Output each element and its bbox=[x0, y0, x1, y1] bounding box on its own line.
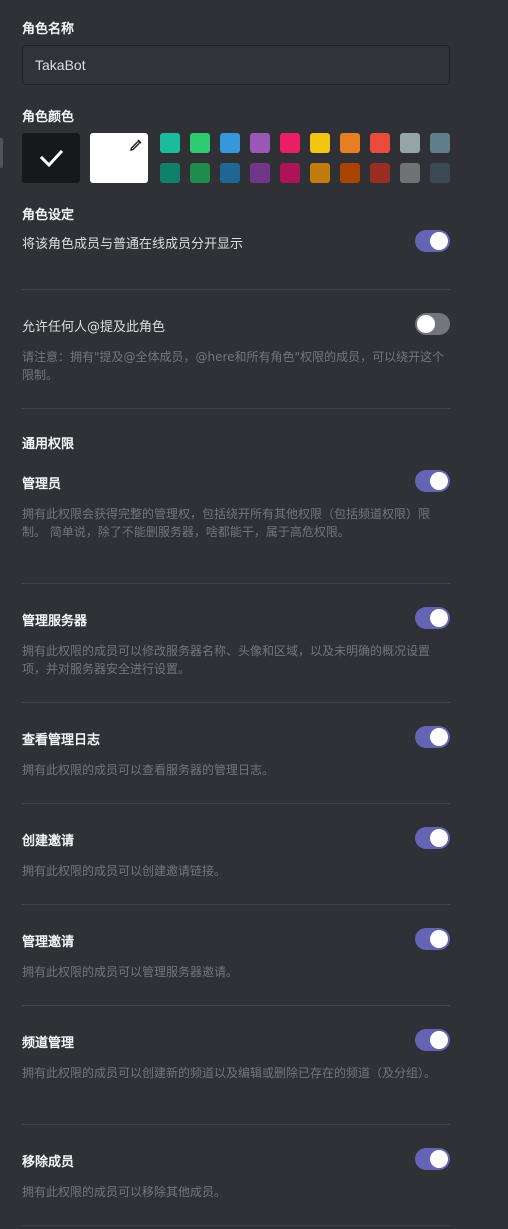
color-swatch[interactable] bbox=[370, 163, 390, 183]
permissions-heading: 通用权限 bbox=[22, 437, 75, 452]
color-swatch[interactable] bbox=[400, 133, 420, 153]
mention-toggle[interactable] bbox=[415, 313, 450, 335]
color-swatch[interactable] bbox=[160, 163, 180, 183]
divider bbox=[22, 803, 450, 804]
custom-color-swatch[interactable] bbox=[90, 133, 148, 183]
toggle-knob bbox=[417, 315, 435, 333]
toggle-knob bbox=[430, 609, 448, 627]
perm-kick-members-toggle[interactable] bbox=[415, 1148, 450, 1170]
perm-administrator-desc: 拥有此权限会获得完整的管理权，包括绕开所有其他权限（包括频道权限）限制。 简单说… bbox=[22, 507, 431, 539]
color-swatch[interactable] bbox=[340, 163, 360, 183]
role-color-heading: 角色颜色 bbox=[22, 110, 75, 125]
mention-note: 请注意：拥有"提及@全体成员，@here和所有角色"权限的成员，可以绕开这个限制… bbox=[22, 350, 445, 382]
perm-manage-server-label: 管理服务器 bbox=[22, 614, 88, 629]
perm-administrator-label: 管理员 bbox=[22, 477, 62, 492]
separate-display-toggle[interactable] bbox=[415, 230, 450, 252]
perm-manage-invites-toggle[interactable] bbox=[415, 928, 450, 950]
mention-label: 允许任何人@提及此角色 bbox=[22, 320, 166, 335]
toggle-knob bbox=[430, 728, 448, 746]
color-swatch[interactable] bbox=[430, 133, 450, 153]
color-swatch[interactable] bbox=[190, 163, 210, 183]
color-swatch[interactable] bbox=[310, 163, 330, 183]
toggle-knob bbox=[430, 472, 448, 490]
separate-display-label: 将该角色成员与普通在线成员分开显示 bbox=[22, 237, 244, 252]
default-color-swatch[interactable] bbox=[22, 133, 80, 183]
side-handle bbox=[0, 138, 3, 168]
perm-manage-server-toggle[interactable] bbox=[415, 607, 450, 629]
color-swatch[interactable] bbox=[340, 133, 360, 153]
color-swatch[interactable] bbox=[310, 133, 330, 153]
toggle-knob bbox=[430, 1150, 448, 1168]
perm-view-audit-log-label: 查看管理日志 bbox=[22, 733, 101, 748]
divider bbox=[22, 1225, 450, 1226]
color-swatch[interactable] bbox=[430, 163, 450, 183]
color-swatch[interactable] bbox=[160, 133, 180, 153]
color-swatch[interactable] bbox=[280, 163, 300, 183]
perm-manage-server-desc: 拥有此权限的成员可以修改服务器名称、头像和区域，以及未明确的概况设置项，并对服务… bbox=[22, 644, 431, 676]
perm-view-audit-log-desc: 拥有此权限的成员可以查看服务器的管理日志。 bbox=[22, 763, 275, 777]
color-swatch[interactable] bbox=[250, 133, 270, 153]
perm-manage-channels-toggle[interactable] bbox=[415, 1029, 450, 1051]
role-settings-heading: 角色设定 bbox=[22, 208, 75, 223]
divider bbox=[22, 583, 450, 584]
divider bbox=[22, 1005, 450, 1006]
color-swatch[interactable] bbox=[190, 133, 210, 153]
toggle-knob bbox=[430, 1031, 448, 1049]
toggle-knob bbox=[430, 930, 448, 948]
perm-manage-invites-label: 管理邀请 bbox=[22, 935, 75, 950]
toggle-knob bbox=[430, 829, 448, 847]
perm-manage-invites-desc: 拥有此权限的成员可以管理服务器邀请。 bbox=[22, 965, 239, 979]
divider bbox=[22, 408, 450, 409]
perm-create-invite-label: 创建邀请 bbox=[22, 834, 75, 849]
color-swatch[interactable] bbox=[220, 133, 240, 153]
perm-manage-channels-label: 频道管理 bbox=[22, 1036, 75, 1051]
checkmark-icon bbox=[39, 149, 64, 168]
perm-create-invite-desc: 拥有此权限的成员可以创建邀请链接。 bbox=[22, 864, 227, 878]
perm-create-invite-toggle[interactable] bbox=[415, 827, 450, 849]
eyedropper-icon bbox=[130, 139, 142, 151]
divider bbox=[22, 702, 450, 703]
role-name-heading: 角色名称 bbox=[22, 22, 75, 37]
role-settings-page: 角色名称 角色颜色 角色设定 将该角色成员与普通在线成员分开显示 允许任何人@提… bbox=[0, 0, 508, 1229]
divider bbox=[22, 904, 450, 905]
perm-administrator-toggle[interactable] bbox=[415, 470, 450, 492]
color-swatch[interactable] bbox=[220, 163, 240, 183]
perm-manage-channels-desc: 拥有此权限的成员可以创建新的频道以及编辑或删除已存在的频道（及分组）。 bbox=[22, 1066, 437, 1080]
color-swatch[interactable] bbox=[250, 163, 270, 183]
perm-kick-members-desc: 拥有此权限的成员可以移除其他成员。 bbox=[22, 1185, 227, 1199]
perm-view-audit-log-toggle[interactable] bbox=[415, 726, 450, 748]
toggle-knob bbox=[430, 232, 448, 250]
perm-kick-members-label: 移除成员 bbox=[22, 1155, 75, 1170]
divider bbox=[22, 1124, 450, 1125]
divider bbox=[22, 289, 450, 290]
color-swatch[interactable] bbox=[370, 133, 390, 153]
color-swatch[interactable] bbox=[400, 163, 420, 183]
role-name-input[interactable] bbox=[22, 45, 450, 85]
color-swatch[interactable] bbox=[280, 133, 300, 153]
